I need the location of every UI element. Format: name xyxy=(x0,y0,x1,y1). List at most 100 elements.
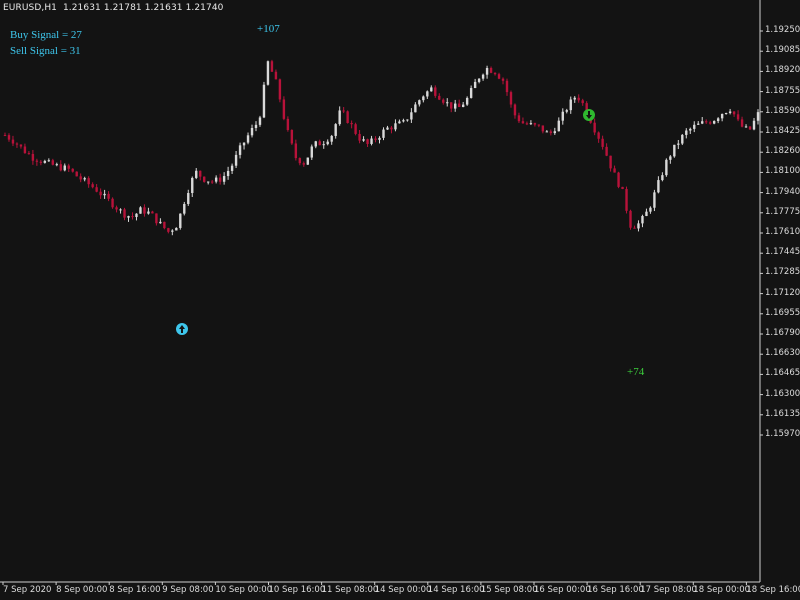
bull-candle-body xyxy=(481,74,485,79)
bull-candle-body xyxy=(477,78,481,82)
bull-candle-body xyxy=(557,120,560,132)
bear-candle-body xyxy=(39,161,43,163)
bull-candle-body xyxy=(406,119,409,121)
bear-candle-body xyxy=(748,126,752,130)
bull-candle-body xyxy=(693,124,696,129)
price-tick-label: 1.17120 xyxy=(765,287,800,298)
price-tick-label: 1.17775 xyxy=(765,206,800,217)
bull-candle-body xyxy=(183,203,186,214)
bear-candle-body xyxy=(155,213,158,224)
price-tick-label: 1.18260 xyxy=(765,146,800,157)
bull-candle-body xyxy=(645,211,648,217)
bear-candle-body xyxy=(705,121,708,123)
bull-candle-body xyxy=(214,177,218,182)
bull-candle-body xyxy=(254,124,258,128)
bear-candle-body xyxy=(629,210,632,228)
bull-candle-body xyxy=(386,127,389,130)
time-tick-label: 7 Sep 2020 xyxy=(3,585,52,595)
bear-candle-body xyxy=(163,221,166,229)
bear-candle-body xyxy=(51,160,55,165)
bull-candle-body xyxy=(712,121,716,124)
time-tick-label: 8 Sep 00:00 xyxy=(56,585,108,595)
bull-candle-body xyxy=(469,88,473,98)
bull-candle-body xyxy=(330,135,333,142)
bull-candle-body xyxy=(147,211,150,214)
bull-candle-body xyxy=(414,104,417,113)
bull-candle-body xyxy=(685,130,688,135)
bear-candle-body xyxy=(633,227,636,229)
bear-candle-body xyxy=(67,165,70,169)
price-tick-label: 1.18590 xyxy=(765,105,800,116)
price-tick-label: 1.17285 xyxy=(765,267,800,278)
bear-candle-body xyxy=(577,97,580,101)
bear-candle-body xyxy=(497,74,501,79)
bear-candle-body xyxy=(19,144,23,147)
bull-candle-body xyxy=(720,113,724,119)
bear-candle-body xyxy=(613,168,616,173)
bull-candle-body xyxy=(191,177,194,194)
bear-candle-body xyxy=(549,131,553,134)
price-tick-label: 1.19085 xyxy=(765,45,800,56)
bear-candle-body xyxy=(609,155,612,169)
bear-candle-body xyxy=(366,139,369,144)
time-tick-label: 14 Sep 16:00 xyxy=(427,585,485,595)
bull-candle-body xyxy=(657,180,660,193)
bear-candle-body xyxy=(581,100,584,104)
bear-candle-body xyxy=(274,71,278,80)
buy-profit-annotation: +107 xyxy=(257,23,280,35)
bull-candle-body xyxy=(681,134,684,144)
bull-candle-body xyxy=(322,144,325,146)
bull-candle-body xyxy=(426,91,429,97)
bull-candle-body xyxy=(334,124,337,136)
bull-candle-body xyxy=(378,137,381,140)
bear-candle-body xyxy=(537,124,541,126)
bull-candle-body xyxy=(139,207,142,214)
price-chart[interactable] xyxy=(0,0,800,600)
bear-candle-body xyxy=(493,72,497,75)
bull-candle-body xyxy=(485,67,489,75)
price-tick-label: 1.18920 xyxy=(765,65,800,76)
bear-candle-body xyxy=(87,178,90,185)
bear-candle-body xyxy=(450,102,453,109)
bear-candle-body xyxy=(11,139,15,144)
bear-candle-body xyxy=(99,191,102,196)
bear-candle-body xyxy=(290,130,294,144)
bull-candle-body xyxy=(306,157,309,165)
bull-candle-body xyxy=(310,146,313,158)
bull-candle-body xyxy=(103,193,106,196)
bull-candle-body xyxy=(573,97,576,100)
bear-candle-body xyxy=(736,114,740,120)
bull-candle-body xyxy=(266,61,270,85)
bull-candle-body xyxy=(553,131,557,134)
bear-candle-body xyxy=(517,115,521,122)
price-tick-label: 1.16790 xyxy=(765,328,800,338)
bear-candle-body xyxy=(358,133,361,141)
time-tick-label: 18 Sep 00:00 xyxy=(693,585,751,595)
bear-candle-body xyxy=(15,143,19,145)
time-tick-label: 9 Sep 08:00 xyxy=(162,585,214,595)
bull-candle-body xyxy=(47,160,51,162)
price-tick-label: 1.17610 xyxy=(765,227,800,237)
bull-candle-body xyxy=(454,103,457,109)
bull-candle-body xyxy=(238,145,242,155)
bull-candle-body xyxy=(127,216,130,218)
time-tick-label: 16 Sep 16:00 xyxy=(587,585,644,595)
bear-candle-body xyxy=(390,127,393,130)
bear-candle-body xyxy=(525,123,529,125)
bull-candle-body xyxy=(195,170,198,178)
time-tick-label: 14 Sep 00:00 xyxy=(374,585,432,595)
buy-signal-count: Buy Signal = 27 xyxy=(10,29,82,41)
bull-candle-body xyxy=(119,209,122,211)
bull-candle-body xyxy=(179,213,182,228)
bull-candle-body xyxy=(637,223,640,229)
price-tick-label: 1.16630 xyxy=(765,348,800,359)
price-tick-label: 1.17940 xyxy=(765,186,800,197)
time-tick-label: 10 Sep 00:00 xyxy=(215,585,273,595)
bear-candle-body xyxy=(509,92,513,105)
price-tick-label: 1.18425 xyxy=(765,126,800,136)
time-tick-label: 18 Sep 16:00 xyxy=(746,585,800,595)
bear-candle-body xyxy=(107,193,110,199)
axes-group xyxy=(0,0,763,585)
bear-candle-body xyxy=(111,198,114,208)
price-tick-label: 1.15970 xyxy=(765,429,800,439)
